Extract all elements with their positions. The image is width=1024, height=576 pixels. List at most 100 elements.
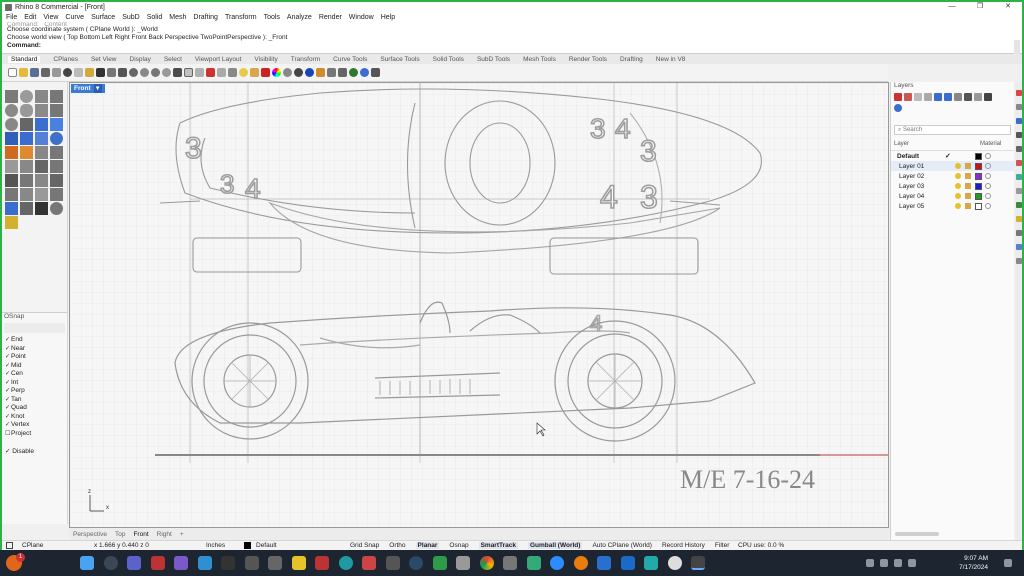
group-icon[interactable]: [338, 68, 347, 77]
tab-transform[interactable]: Transform: [291, 56, 320, 63]
menu-window[interactable]: Window: [349, 14, 374, 21]
mirror-icon[interactable]: [50, 188, 63, 201]
material-icon[interactable]: [985, 173, 991, 179]
viewport-canvas[interactable]: 3 3 4 3 4 3 4 3 4 M/E 7-16-24 z x: [70, 83, 889, 528]
menu-mesh[interactable]: Mesh: [169, 14, 186, 21]
app-icon[interactable]: [197, 556, 212, 570]
viewport-tab-right[interactable]: Right: [157, 531, 172, 538]
layer-states-icon[interactable]: [1016, 258, 1022, 264]
viewport-tab-perspective[interactable]: Perspective: [73, 531, 107, 538]
column-layer[interactable]: Layer: [894, 141, 980, 147]
menu-view[interactable]: View: [43, 14, 58, 21]
toggle-smarttrack[interactable]: SmartTrack: [478, 542, 518, 549]
help-icon[interactable]: [894, 103, 902, 112]
dimension-icon[interactable]: [20, 174, 33, 187]
select-icon[interactable]: [228, 68, 237, 77]
explode-icon[interactable]: [5, 160, 18, 173]
zoom-icon[interactable]: [129, 68, 138, 77]
tab-set-view[interactable]: Set View: [91, 56, 117, 63]
analyze-icon[interactable]: [5, 202, 18, 215]
wifi-icon[interactable]: [894, 559, 902, 567]
menu-solid[interactable]: Solid: [147, 14, 163, 21]
material-panel-icon[interactable]: [1016, 160, 1022, 166]
patch-icon[interactable]: [50, 118, 63, 131]
tab-cplanes[interactable]: CPlanes: [53, 56, 78, 63]
zoom-extents-icon[interactable]: [151, 68, 160, 77]
tab-select[interactable]: Select: [164, 56, 182, 63]
properties-icon[interactable]: [1016, 104, 1022, 110]
app-icon[interactable]: [385, 556, 400, 570]
menu-render[interactable]: Render: [319, 14, 342, 21]
save-icon[interactable]: [30, 68, 39, 77]
layer-row[interactable]: Layer 01: [891, 161, 1014, 171]
menu-subd[interactable]: SubD: [122, 14, 140, 21]
curve-icon[interactable]: [50, 90, 63, 103]
cplane-icon[interactable]: [195, 68, 204, 77]
lock-icon[interactable]: [965, 183, 971, 189]
lock-icon[interactable]: [965, 193, 971, 199]
osnap-mid[interactable]: ✓Mid: [5, 362, 67, 371]
split-icon[interactable]: [50, 160, 63, 173]
osnap-perp[interactable]: ✓Perp: [5, 387, 67, 396]
paint-icon[interactable]: [5, 216, 18, 229]
tab-surface-tools[interactable]: Surface Tools: [380, 56, 419, 63]
status-layer[interactable]: Default: [244, 542, 277, 549]
material-icon[interactable]: [985, 203, 991, 209]
command-scrollbar[interactable]: [1014, 40, 1020, 54]
columns-icon[interactable]: [974, 92, 982, 101]
new-file-icon[interactable]: [8, 68, 17, 77]
viewport-tab-front[interactable]: Front: [133, 531, 148, 538]
tab-drafting[interactable]: Drafting: [620, 56, 643, 63]
check-icon[interactable]: [35, 202, 48, 215]
snapshot-icon[interactable]: [1016, 244, 1022, 250]
display-icon[interactable]: [1016, 132, 1022, 138]
hatch-icon[interactable]: [35, 174, 48, 187]
filter-icon[interactable]: [964, 92, 972, 101]
app-icon[interactable]: [362, 556, 376, 570]
layer-color-swatch[interactable]: [975, 192, 982, 200]
copy-icon[interactable]: [74, 68, 83, 77]
maximize-button[interactable]: ❐: [966, 2, 994, 12]
menu-tools[interactable]: Tools: [264, 14, 280, 21]
app-icon[interactable]: [644, 556, 658, 570]
texture-icon[interactable]: [1016, 188, 1022, 194]
mesh-tool-icon[interactable]: [35, 146, 48, 159]
menu-file[interactable]: File: [6, 14, 17, 21]
box-icon[interactable]: [5, 132, 18, 145]
layer-color-swatch[interactable]: [975, 172, 982, 180]
app-icon[interactable]: [597, 556, 611, 570]
copy-layer-icon[interactable]: [924, 92, 932, 101]
cylinder-icon[interactable]: [35, 132, 48, 145]
tab-viewport-layout[interactable]: Viewport Layout: [195, 56, 242, 63]
move-up-icon[interactable]: [934, 92, 942, 101]
zoom-tool-icon[interactable]: [50, 202, 63, 215]
osnap-cen[interactable]: ✓Cen: [5, 370, 67, 379]
menu-icon[interactable]: [984, 92, 992, 101]
circle-icon[interactable]: [5, 104, 18, 117]
material-icon[interactable]: [985, 193, 991, 199]
bulb-icon[interactable]: [955, 193, 961, 199]
options-icon[interactable]: [316, 68, 325, 77]
viewport-tab-top[interactable]: Top: [115, 531, 125, 538]
scale-icon[interactable]: [35, 188, 48, 201]
layer-row[interactable]: Layer 04: [891, 191, 1014, 201]
osnap-tan[interactable]: ✓Tan: [5, 396, 67, 405]
windows-start-icon[interactable]: [80, 556, 94, 570]
osnap-end[interactable]: ✓End: [5, 336, 67, 345]
osnap-project[interactable]: ☐Project: [5, 430, 67, 439]
menu-help[interactable]: Help: [381, 14, 395, 21]
app-icon[interactable]: [315, 556, 329, 570]
osnap-quad[interactable]: ✓Quad: [5, 404, 67, 413]
toggle-filter[interactable]: Filter: [715, 542, 729, 549]
lock-icon[interactable]: [965, 163, 971, 169]
import-icon[interactable]: [52, 68, 61, 77]
zoom-icon[interactable]: [550, 556, 564, 570]
tab-curve-tools[interactable]: Curve Tools: [333, 56, 367, 63]
bulb-icon[interactable]: [239, 68, 248, 77]
toggle-grid-snap[interactable]: Grid Snap: [350, 542, 379, 549]
print-icon[interactable]: [41, 68, 50, 77]
render-icon[interactable]: [1016, 118, 1022, 124]
menu-transform[interactable]: Transform: [225, 14, 257, 21]
tab-display[interactable]: Display: [130, 56, 151, 63]
sphere-tool-icon[interactable]: [50, 132, 63, 145]
